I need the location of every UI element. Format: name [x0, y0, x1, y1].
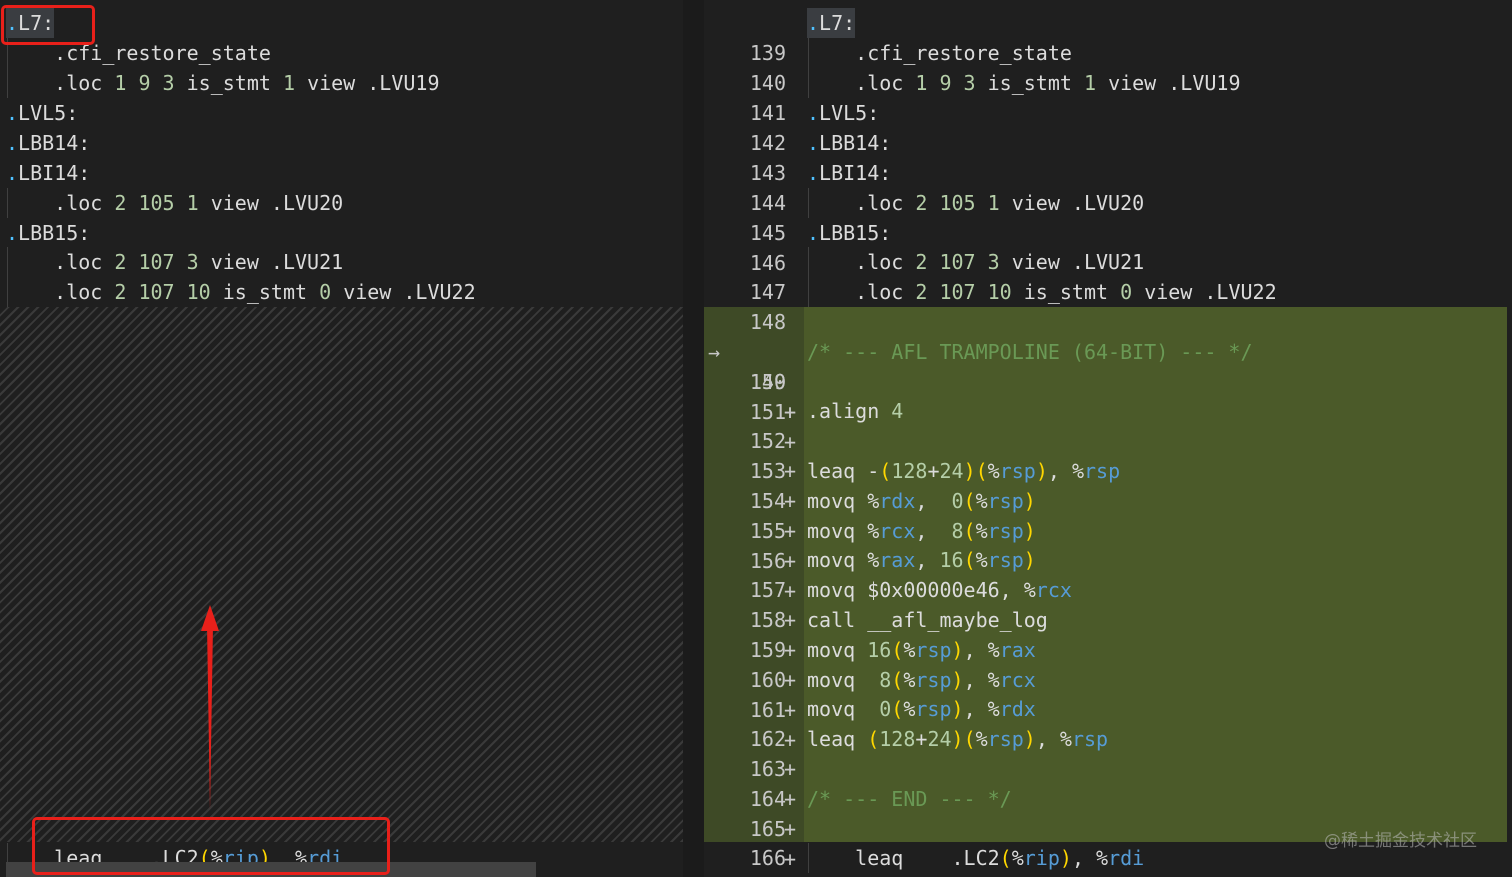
code-line-added: 159 + call __afl_maybe_log [704, 605, 1512, 692]
code-line: .loc 2 107 3 view .LVU21 [0, 247, 683, 277]
code-line-added: 151 + [704, 367, 1512, 454]
watermark: @稀土掘金技术社区 [1324, 831, 1477, 851]
code-line-added: 160 + movq 16(%rsp), %rax [704, 635, 1512, 722]
code-line: .LVL5: [6, 101, 79, 125]
code-line: .loc 2 107 10 is_stmt 0 view .LVU22 [0, 277, 683, 307]
code-line-added: 157 + movq %rax, 16(%rsp) [704, 545, 1512, 632]
pane-divider[interactable] [683, 0, 704, 877]
annotation-box-l7-label [1, 5, 95, 45]
code-line-added: 163 + leaq (128+24)(%rsp), %rsp [704, 724, 1512, 811]
code-line-added: 156 + movq %rcx, 8(%rsp) [704, 516, 1512, 603]
code-line: 146 .LBB15: [704, 218, 1512, 275]
annotation-up-arrow-icon [201, 605, 219, 810]
code-line: 145 .loc 2 105 1 view .LVU20 [704, 188, 1512, 245]
code-line-added: 164 + [704, 754, 1512, 841]
code-line-added: 150 + /* --- AFL TRAMPOLINE (64-BIT) ---… [704, 337, 1512, 424]
code-line: .LBI14: [6, 161, 91, 185]
left-diff-pane[interactable]: .L7: .cfi_restore_state .loc 1 9 3 is_st… [0, 0, 683, 877]
code-line: 142 .LVL5: [704, 98, 1512, 155]
code-line-added: 162 + movq 0(%rsp), %rdx [704, 694, 1512, 781]
code-line: .loc 2 105 1 view .LVU20 [0, 188, 683, 218]
code-line: 143 .LBB14: [704, 128, 1512, 185]
code-line: .L7: [0, 8, 683, 38]
right-diff-pane[interactable]: 139 .L7: 140 .cfi_restore_state 141 .loc… [704, 0, 1512, 877]
code-line: 147 .loc 2 107 3 view .LVU21 [704, 247, 1512, 304]
annotation-box-leaq-line [32, 817, 390, 875]
code-line-added: 158 + movq $0x00000e46, %rcx [704, 575, 1512, 662]
code-line: .LBB14: [6, 131, 91, 155]
code-line: 140 .cfi_restore_state [704, 38, 1512, 95]
code-line: 144 .LBI14: [704, 158, 1512, 215]
code-line: .loc 1 9 3 is_stmt 1 view .LVU19 [0, 68, 683, 98]
code-line: 148 .loc 2 107 10 is_stmt 0 view .LVU22 [704, 277, 1512, 334]
code-line-added: 152 + .align 4 [704, 396, 1512, 483]
code-line: 139 .L7: [704, 8, 1512, 65]
code-line-added: 161 + movq 8(%rsp), %rcx [704, 665, 1512, 752]
code-line-added: → 149 + [704, 307, 1512, 424]
code-line-added: 154 + leaq -(128+24)(%rsp), %rsp [704, 456, 1512, 543]
code-line-added: 165 + /* --- END --- */ [704, 784, 1512, 871]
diff-filler-hatch [0, 307, 683, 842]
code-line: .cfi_restore_state [0, 38, 683, 68]
code-line-added: 153 + [704, 426, 1512, 513]
line-number: 167 [722, 873, 786, 877]
code-line-added: 155 + movq %rdx, 0(%rsp) [704, 486, 1512, 573]
code-line: 141 .loc 1 9 3 is_stmt 1 view .LVU19 [704, 68, 1512, 125]
code-line: .LBB15: [6, 221, 91, 245]
